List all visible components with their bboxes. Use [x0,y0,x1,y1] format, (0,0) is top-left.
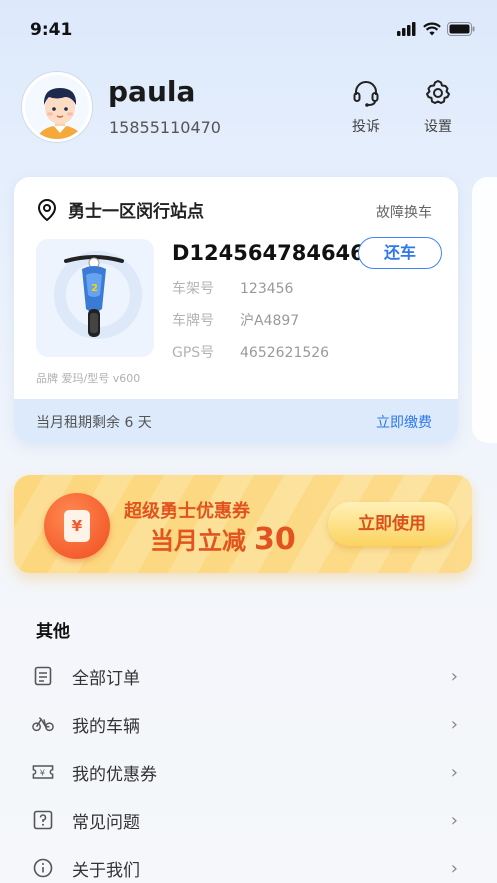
spec-key: 车牌号 [172,313,214,329]
yuan-icon: ¥ [64,510,90,542]
chevron-right-icon: › [450,665,458,687]
station-title: 勇士一区闵行站点 [36,197,204,222]
chevron-right-icon: › [450,809,458,831]
menu-item-label: 常见问题 [72,812,140,833]
signal-icon [397,22,416,36]
rent-remaining: 当月租期剩余 6 天 [36,415,152,431]
user-name: paula [108,75,196,108]
vehicle-image: 2 [36,239,154,357]
order-list-icon [32,665,54,687]
next-card-peek[interactable] [472,177,497,443]
return-bike-button[interactable]: 还车 [358,237,442,269]
menu-item-label: 我的优惠券 [72,764,157,785]
spec-row: 车牌号 沪A4897 [172,310,458,330]
user-phone: 15855110470 [109,118,221,137]
station-name: 勇士一区闵行站点 [68,202,204,222]
menu-item-orders[interactable]: 全部订单 › [14,652,484,700]
status-time: 9:41 [30,20,73,40]
coupon-title: 超级勇士优惠券 [124,501,250,522]
coupon-subtitle: 当月立减 30 [150,521,296,557]
menu-item-label: 我的车辆 [72,716,140,737]
avatar-illustration [25,75,89,139]
wifi-icon [423,22,441,36]
question-icon [32,809,54,831]
use-coupon-button[interactable]: 立即使用 [328,502,456,546]
headset-icon [353,81,379,107]
menu-item-label: 全部订单 [72,668,140,689]
spec-value: 4652621526 [240,345,330,361]
vehicle-id: D124564784646 [172,241,365,265]
coupon-ticket-icon: ¥ [32,761,54,783]
chevron-right-icon: › [450,857,458,879]
spec-key: 车架号 [172,281,214,297]
rental-card: 勇士一区闵行站点 故障换车 2 D124564784646 还车 车架号 1234… [14,177,458,443]
pay-now-link[interactable]: 立即缴费 [376,412,432,432]
menu-item-label: 关于我们 [72,860,140,881]
info-icon [32,857,54,879]
settings-label: 设置 [424,119,452,135]
svg-text:¥: ¥ [40,768,45,778]
menu-item-vehicles[interactable]: 我的车辆 › [14,700,484,748]
svg-text:2: 2 [91,283,98,294]
spec-value: 123456 [240,281,294,297]
chevron-right-icon: › [450,713,458,735]
coupon-amount: 30 [254,522,296,557]
menu-item-coupons[interactable]: ¥ 我的优惠券 › [14,748,484,796]
other-menu: 全部订单 › 我的车辆 › ¥ 我的优惠券 › 常见问题 › 关于我们 › [14,652,484,883]
menu-item-about[interactable]: 关于我们 › [14,844,484,883]
other-section-title: 其他 [36,622,70,642]
status-bar: 9:41 [0,0,497,60]
gear-icon [426,80,450,104]
status-icons [397,22,475,36]
complaint-button[interactable]: 投诉 [344,78,388,136]
complaint-label: 投诉 [352,119,380,135]
brand-model: 品牌 爱玛/型号 v600 [36,372,141,385]
coupon-subtitle-text: 当月立减 [150,527,246,555]
fault-swap-link[interactable]: 故障换车 [376,202,432,222]
profile-header: paula 15855110470 投诉 设置 [22,72,477,144]
battery-icon [447,22,475,36]
settings-button[interactable]: 设置 [416,78,460,136]
spec-key: GPS号 [172,345,215,361]
rent-status-bar: 当月租期剩余 6 天 立即缴费 [14,399,458,443]
chevron-right-icon: › [450,761,458,783]
menu-item-faq[interactable]: 常见问题 › [14,796,484,844]
avatar[interactable] [22,72,92,142]
location-pin-icon [37,198,57,221]
coupon-badge-icon: ¥ [44,493,110,559]
spec-row: 车架号 123456 [172,278,458,298]
bicycle-icon [32,713,54,735]
spec-row: GPS号 4652621526 [172,342,458,362]
scooter-illustration: 2 [54,251,142,339]
spec-value: 沪A4897 [240,313,300,329]
coupon-banner[interactable]: ¥ 超级勇士优惠券 当月立减 30 立即使用 [14,475,472,573]
